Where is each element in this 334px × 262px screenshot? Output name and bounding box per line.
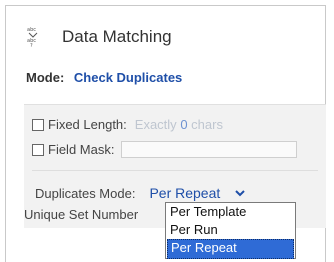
duplicates-mode-select[interactable]: Per Repeat bbox=[149, 185, 220, 201]
mode-label: Mode: bbox=[26, 70, 65, 85]
divider bbox=[32, 170, 318, 171]
dropdown-option-per-repeat[interactable]: Per Repeat bbox=[167, 239, 294, 259]
field-mask-row: Field Mask: bbox=[32, 141, 298, 158]
mode-link[interactable]: Check Duplicates bbox=[74, 70, 182, 85]
page-title: Data Matching bbox=[62, 27, 172, 46]
field-mask-label: Field Mask: bbox=[48, 142, 115, 157]
duplicates-mode-dropdown: Per Template Per Run Per Repeat bbox=[165, 202, 296, 259]
fixed-length-hint: Exactly 0 chars bbox=[135, 117, 223, 132]
fixed-length-checkbox[interactable] bbox=[32, 118, 44, 131]
field-mask-checkbox[interactable] bbox=[32, 143, 44, 156]
dropdown-option-per-template[interactable]: Per Template bbox=[166, 203, 295, 221]
duplicates-mode-row: Duplicates Mode: Per Repeat bbox=[35, 185, 246, 201]
mode-row: Mode: Check Duplicates bbox=[26, 70, 182, 85]
panel-header: abc abc ? Data Matching bbox=[26, 26, 172, 48]
dropdown-option-per-run[interactable]: Per Run bbox=[166, 221, 295, 239]
svg-text:?: ? bbox=[30, 43, 33, 48]
fixed-length-label: Fixed Length: bbox=[48, 117, 127, 132]
data-matching-icon: abc abc ? bbox=[26, 26, 40, 48]
duplicates-mode-label: Duplicates Mode: bbox=[35, 185, 136, 201]
fixed-length-hint-prefix: Exactly bbox=[134, 117, 177, 132]
fixed-length-value[interactable]: 0 bbox=[180, 117, 187, 132]
field-mask-input[interactable] bbox=[121, 141, 298, 158]
fixed-length-row: Fixed Length: Exactly 0 chars bbox=[32, 117, 223, 132]
chevron-down-icon[interactable] bbox=[234, 189, 246, 197]
unique-set-number-label: Unique Set Number bbox=[24, 207, 139, 222]
unique-set-number-row: Unique Set Number bbox=[24, 207, 138, 222]
fixed-length-hint-suffix: chars bbox=[191, 117, 223, 132]
svg-text:abc: abc bbox=[27, 27, 36, 33]
